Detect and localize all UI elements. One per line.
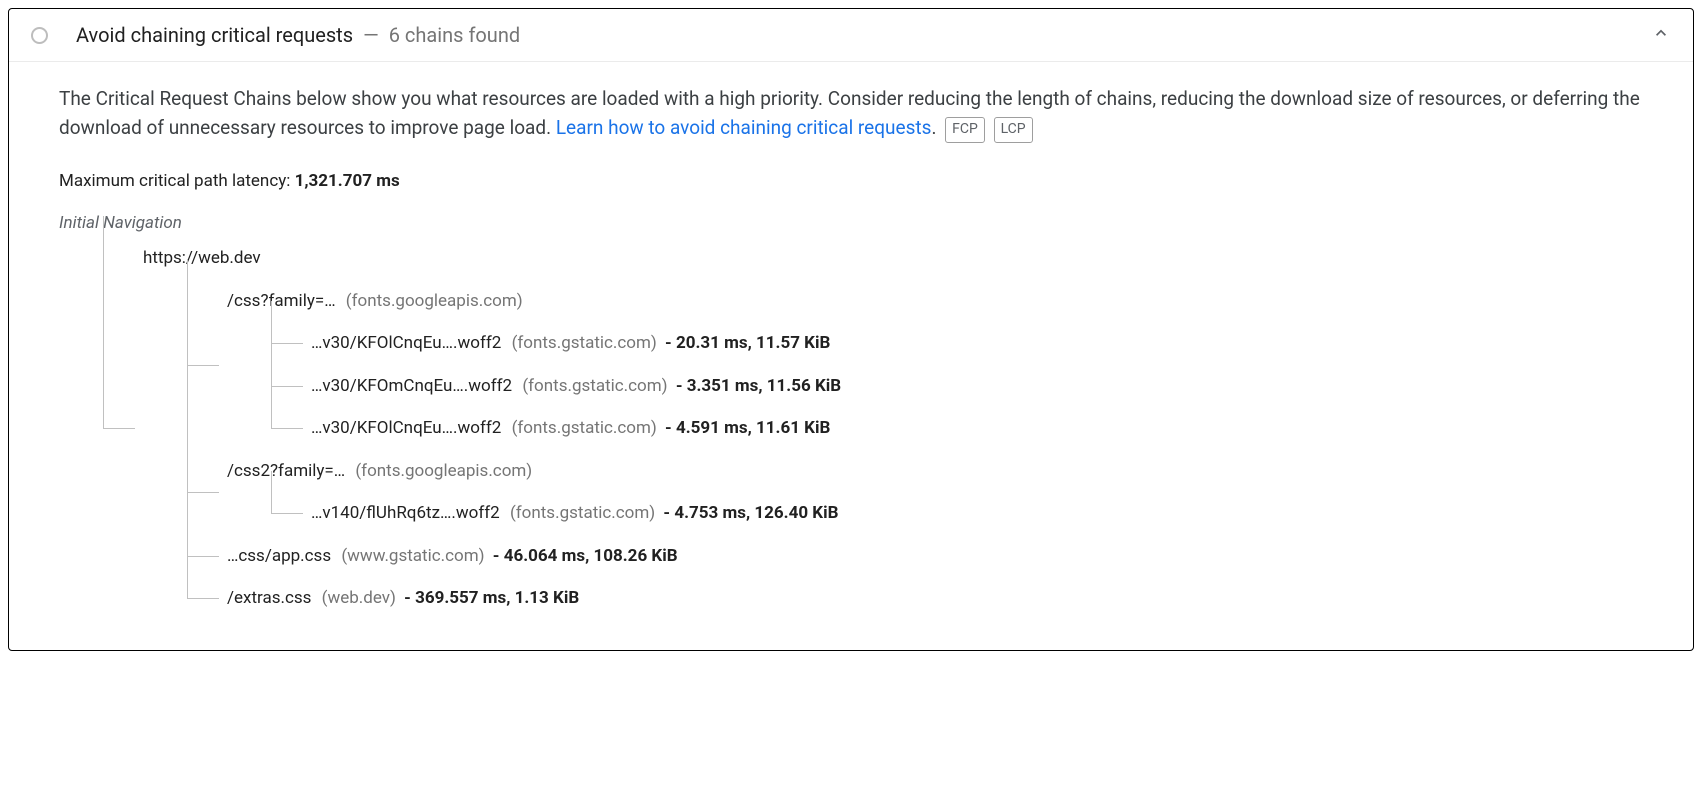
node-stats: - 4.591 ms, 11.61 KiB xyxy=(665,418,830,438)
tree-root-label: Initial Navigation xyxy=(59,213,1643,233)
node-path: https://web.dev xyxy=(143,248,261,268)
audit-title-separator: — xyxy=(363,23,379,47)
node-path: …v30/KFOlCnqEu….woff2 xyxy=(311,333,501,353)
node-host: (fonts.gstatic.com) xyxy=(510,503,655,523)
node-path: …v140/flUhRq6tz….woff2 xyxy=(311,503,500,523)
tree-node: /css?family=… (fonts.googleapis.com) …v30… xyxy=(187,280,1643,450)
node-stats: - 369.557 ms, 1.13 KiB xyxy=(404,588,579,608)
node-host: (www.gstatic.com) xyxy=(341,546,484,566)
tree-node: …v30/KFOlCnqEu….woff2 (fonts.gstatic.com… xyxy=(271,322,1643,365)
tree-node: …v30/KFOmCnqEu….woff2 (fonts.gstatic.com… xyxy=(271,365,1643,408)
node-path: /css2?family=… xyxy=(227,461,345,481)
node-stats: - 46.064 ms, 108.26 KiB xyxy=(493,546,678,566)
audit-header[interactable]: Avoid chaining critical requests — 6 cha… xyxy=(9,9,1693,62)
node-stats: - 3.351 ms, 11.56 KiB xyxy=(676,376,841,396)
latency-value: 1,321.707 ms xyxy=(295,171,400,191)
tree-node: …css/app.css (www.gstatic.com) - 46.064 … xyxy=(187,535,1643,578)
node-stats: - 20.31 ms, 11.57 KiB xyxy=(665,333,830,353)
audit-chain-count: 6 chains found xyxy=(389,23,520,47)
node-host: (web.dev) xyxy=(322,588,396,608)
node-path: …css/app.css xyxy=(227,546,331,566)
tree-node: /css2?family=… (fonts.googleapis.com) …v1… xyxy=(187,450,1643,535)
chevron-up-icon[interactable] xyxy=(1651,23,1671,47)
node-path: …v30/KFOmCnqEu….woff2 xyxy=(311,376,512,396)
node-host: (fonts.googleapis.com) xyxy=(346,291,523,311)
node-stats: - 4.753 ms, 126.40 KiB xyxy=(663,503,838,523)
tree-node: /extras.css (web.dev) - 369.557 ms, 1.13… xyxy=(187,577,1643,620)
node-path: …v30/KFOlCnqEu….woff2 xyxy=(311,418,501,438)
latency-line: Maximum critical path latency: 1,321.707… xyxy=(59,171,1643,191)
status-circle-icon xyxy=(31,27,48,44)
fcp-pill: FCP xyxy=(945,117,985,143)
tree-node: …v140/flUhRq6tz….woff2 (fonts.gstatic.co… xyxy=(271,492,1643,535)
node-path: /extras.css xyxy=(227,588,311,608)
latency-label: Maximum critical path latency: xyxy=(59,171,295,191)
node-host: (fonts.googleapis.com) xyxy=(355,461,532,481)
request-chain-tree: https://web.dev /css?family=… (fonts.goo… xyxy=(59,237,1643,620)
tree-node: …v30/KFOlCnqEu….woff2 (fonts.gstatic.com… xyxy=(271,407,1643,450)
tree-node-root: https://web.dev /css?family=… (fonts.goo… xyxy=(103,237,1643,620)
lcp-pill: LCP xyxy=(994,117,1033,143)
audit-title-text: Avoid chaining critical requests xyxy=(76,23,353,47)
audit-card: Avoid chaining critical requests — 6 cha… xyxy=(8,8,1694,651)
audit-body: The Critical Request Chains below show y… xyxy=(9,62,1693,650)
audit-description: The Critical Request Chains below show y… xyxy=(59,84,1643,143)
learn-more-link[interactable]: Learn how to avoid chaining critical req… xyxy=(556,116,932,139)
node-host: (fonts.gstatic.com) xyxy=(512,333,657,353)
description-after: . xyxy=(931,116,936,139)
node-host: (fonts.gstatic.com) xyxy=(522,376,667,396)
node-path: /css?family=… xyxy=(227,291,336,311)
node-host: (fonts.gstatic.com) xyxy=(512,418,657,438)
audit-title: Avoid chaining critical requests — 6 cha… xyxy=(76,23,1639,47)
